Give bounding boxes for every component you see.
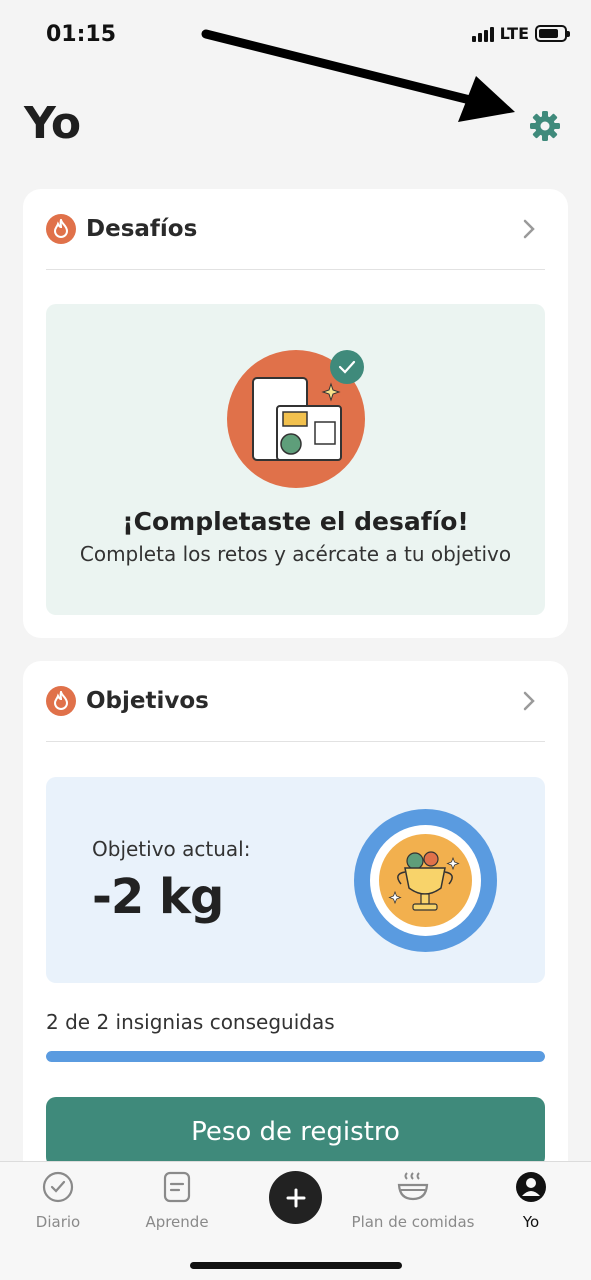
badges-progress-text: 2 de 2 insignias conseguidas [46, 1010, 335, 1034]
trophy-icon [388, 851, 460, 911]
challenge-completed-title: ¡Completaste el desafío! [122, 507, 469, 536]
challenge-completed-subtitle: Completa los retos y acércate a tu objet… [79, 542, 512, 566]
chevron-right-icon[interactable] [521, 691, 537, 711]
divider [46, 741, 545, 742]
goals-header[interactable]: Objetivos [46, 685, 545, 717]
divider [46, 269, 545, 270]
tab-label: Plan de comidas [351, 1213, 475, 1231]
profile-icon [514, 1170, 548, 1204]
tab-plan-de-comidas[interactable]: Plan de comidas [348, 1170, 478, 1231]
badges-progress-bar [46, 1051, 545, 1062]
check-circle-icon [41, 1170, 75, 1204]
home-indicator [190, 1262, 402, 1269]
log-weight-button[interactable]: Peso de registro [46, 1097, 545, 1167]
flame-icon [46, 686, 76, 716]
tab-label: Yo [522, 1213, 540, 1231]
challenges-card: Desafíos ¡Completaste el desafío! Comple… [23, 189, 568, 638]
tab-yo[interactable]: Yo [466, 1170, 591, 1231]
annotation-arrow [201, 29, 515, 122]
tab-label: Diario [35, 1213, 81, 1231]
gear-icon [530, 111, 560, 141]
challenge-completed-panel: ¡Completaste el desafío! Completa los re… [46, 304, 545, 615]
settings-button[interactable] [527, 108, 563, 144]
document-icon [160, 1170, 194, 1204]
tab-diario[interactable]: Diario [0, 1170, 123, 1231]
challenges-title: Desafíos [86, 216, 198, 242]
trophy-badge [354, 809, 497, 952]
challenges-header[interactable]: Desafíos [46, 213, 545, 245]
check-icon [330, 350, 364, 384]
add-button[interactable] [269, 1171, 322, 1224]
plus-icon [286, 1188, 305, 1207]
current-goal-value: -2 kg [92, 869, 224, 925]
badges-progress-fill [46, 1051, 545, 1062]
tab-label: Aprende [145, 1213, 209, 1231]
page-title: Yo [24, 98, 81, 149]
bowl-icon [396, 1170, 430, 1204]
goals-card: Objetivos Objetivo actual: -2 kg 2 de 2 … [23, 661, 568, 1221]
tab-aprende[interactable]: Aprende [112, 1170, 242, 1231]
chevron-right-icon[interactable] [521, 219, 537, 239]
current-goal-panel: Objetivo actual: -2 kg [46, 777, 545, 983]
current-goal-label: Objetivo actual: [92, 837, 251, 861]
flame-icon [46, 214, 76, 244]
goals-title: Objetivos [86, 688, 209, 714]
